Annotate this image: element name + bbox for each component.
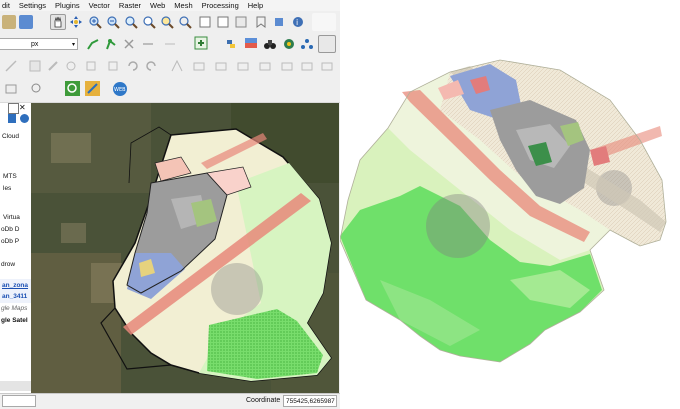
status-bar: Coordinate 755425,6265987 <box>0 393 340 409</box>
new-map-view-icon[interactable] <box>234 15 248 29</box>
split-features-icon[interactable] <box>214 59 228 73</box>
svg-text:i: i <box>296 18 298 27</box>
binoculars-icon[interactable] <box>263 37 277 51</box>
refresh-icon[interactable] <box>272 15 286 29</box>
change-label-icon[interactable] <box>300 59 314 73</box>
info-icon[interactable] <box>20 114 29 123</box>
attribute-table-icon[interactable] <box>194 36 208 50</box>
layer-item[interactable]: Virtua <box>3 214 20 221</box>
layer-item[interactable]: an_3411 <box>2 293 27 300</box>
delete-selected-icon[interactable] <box>122 37 136 51</box>
processing-icon[interactable] <box>244 36 258 50</box>
layers-panel: ✕ Cloud MTS les Virtua oDb D oDb P drow … <box>0 103 32 393</box>
move-feature-icon[interactable] <box>84 59 98 73</box>
zoning-map <box>340 59 667 363</box>
zoom-out-icon[interactable] <box>106 15 120 29</box>
menu-processing[interactable]: Processing <box>202 1 239 10</box>
search-icon[interactable] <box>30 82 44 96</box>
layer-item[interactable]: gle Maps <box>1 305 27 312</box>
svg-text:WEB: WEB <box>114 87 126 93</box>
digitize-icon[interactable] <box>86 37 100 51</box>
redo-icon[interactable] <box>144 59 158 73</box>
pin-label-icon[interactable] <box>320 59 334 73</box>
zoom-next-icon[interactable] <box>216 15 230 29</box>
zoom-in-icon[interactable] <box>88 15 102 29</box>
menu-mesh[interactable]: Mesh <box>174 1 192 10</box>
map-navigation-toolbar: i <box>0 11 340 34</box>
layer-item[interactable]: MTS <box>3 173 17 180</box>
plugins-toolbar: WEB <box>0 77 340 103</box>
coordinate-label: Coordinate <box>246 397 281 404</box>
layer-item[interactable]: oDb P <box>1 238 19 245</box>
vertex-tool-icon[interactable] <box>104 37 118 51</box>
menu-web[interactable]: Web <box>150 1 165 10</box>
identify-icon[interactable]: i <box>291 15 305 29</box>
plugin-icon[interactable] <box>282 37 296 51</box>
zoom-native-icon[interactable] <box>178 15 192 29</box>
layer-item-selected[interactable]: an_zona <box>2 282 28 289</box>
layer-item[interactable]: Cloud <box>2 133 19 140</box>
bookmark-icon[interactable] <box>254 15 268 29</box>
layer-item[interactable]: les <box>3 185 11 192</box>
attributes-toolbar: px ▾ <box>0 33 340 56</box>
save-icon[interactable] <box>19 15 33 29</box>
layer-item[interactable]: drow <box>1 261 15 268</box>
merge-features-icon[interactable] <box>236 59 250 73</box>
menu-help[interactable]: Help <box>248 1 263 10</box>
menu-edit[interactable]: dit <box>2 1 10 10</box>
zoom-last-icon[interactable] <box>198 15 212 29</box>
menu-raster[interactable]: Raster <box>119 1 141 10</box>
svg-export-icon[interactable] <box>318 35 336 53</box>
close-icon[interactable]: ✕ <box>19 103 26 112</box>
qgis-window: dit Settings Plugins Vector Raster Web M… <box>0 0 340 409</box>
satellite-map[interactable] <box>31 103 339 393</box>
edit-pencil-icon[interactable] <box>28 59 42 73</box>
unit-combo[interactable]: px ▾ <box>0 38 78 50</box>
network-icon[interactable] <box>300 37 314 51</box>
paste-features-icon[interactable] <box>163 37 177 51</box>
reshape-icon[interactable] <box>170 59 184 73</box>
search-box[interactable] <box>2 395 36 407</box>
undo-icon[interactable] <box>126 59 140 73</box>
snap-icon[interactable] <box>4 59 18 73</box>
zoom-selection-icon[interactable] <box>160 15 174 29</box>
panel-scrollbar[interactable] <box>0 381 31 391</box>
layer-icon[interactable] <box>4 82 18 96</box>
rotate-label-icon[interactable] <box>258 59 272 73</box>
layer-item[interactable]: oDb D <box>1 226 19 233</box>
locator-search-icon[interactable] <box>65 81 80 96</box>
zoning-map-render <box>340 0 680 409</box>
georeferencer-icon[interactable] <box>85 81 100 96</box>
menu-vector[interactable]: Vector <box>89 1 110 10</box>
layer-item[interactable]: gle Satel <box>1 317 28 324</box>
chevron-down-icon: ▾ <box>71 42 75 48</box>
label-tool-icon[interactable] <box>280 59 294 73</box>
panel-float-button[interactable] <box>8 103 19 114</box>
copy-icon[interactable] <box>106 59 120 73</box>
zoom-layer-icon[interactable] <box>142 15 156 29</box>
menu-plugins[interactable]: Plugins <box>55 1 80 10</box>
coordinate-field[interactable]: 755425,6265987 <box>283 395 337 407</box>
unit-combo-value: px <box>31 41 39 48</box>
arrow-up-icon[interactable] <box>8 114 16 123</box>
cut-features-icon[interactable] <box>141 37 155 51</box>
open-project-icon[interactable] <box>2 15 16 29</box>
python-icon[interactable] <box>224 37 238 51</box>
add-feature-icon[interactable] <box>64 59 78 73</box>
menu-settings[interactable]: Settings <box>19 1 46 10</box>
menu-bar: dit Settings Plugins Vector Raster Web M… <box>0 0 340 11</box>
toggle-editing-icon[interactable] <box>46 59 60 73</box>
coordinate-value: 755425,6265987 <box>286 398 335 405</box>
measure-icon[interactable] <box>312 13 336 31</box>
pan-to-selection-icon[interactable] <box>69 15 83 29</box>
pan-icon[interactable] <box>50 14 66 30</box>
offset-curve-icon[interactable] <box>192 59 206 73</box>
web-icon[interactable]: WEB <box>112 81 128 97</box>
zoom-full-icon[interactable] <box>124 15 138 29</box>
digitizing-toolbar <box>0 55 340 78</box>
map-canvas[interactable] <box>31 103 339 393</box>
